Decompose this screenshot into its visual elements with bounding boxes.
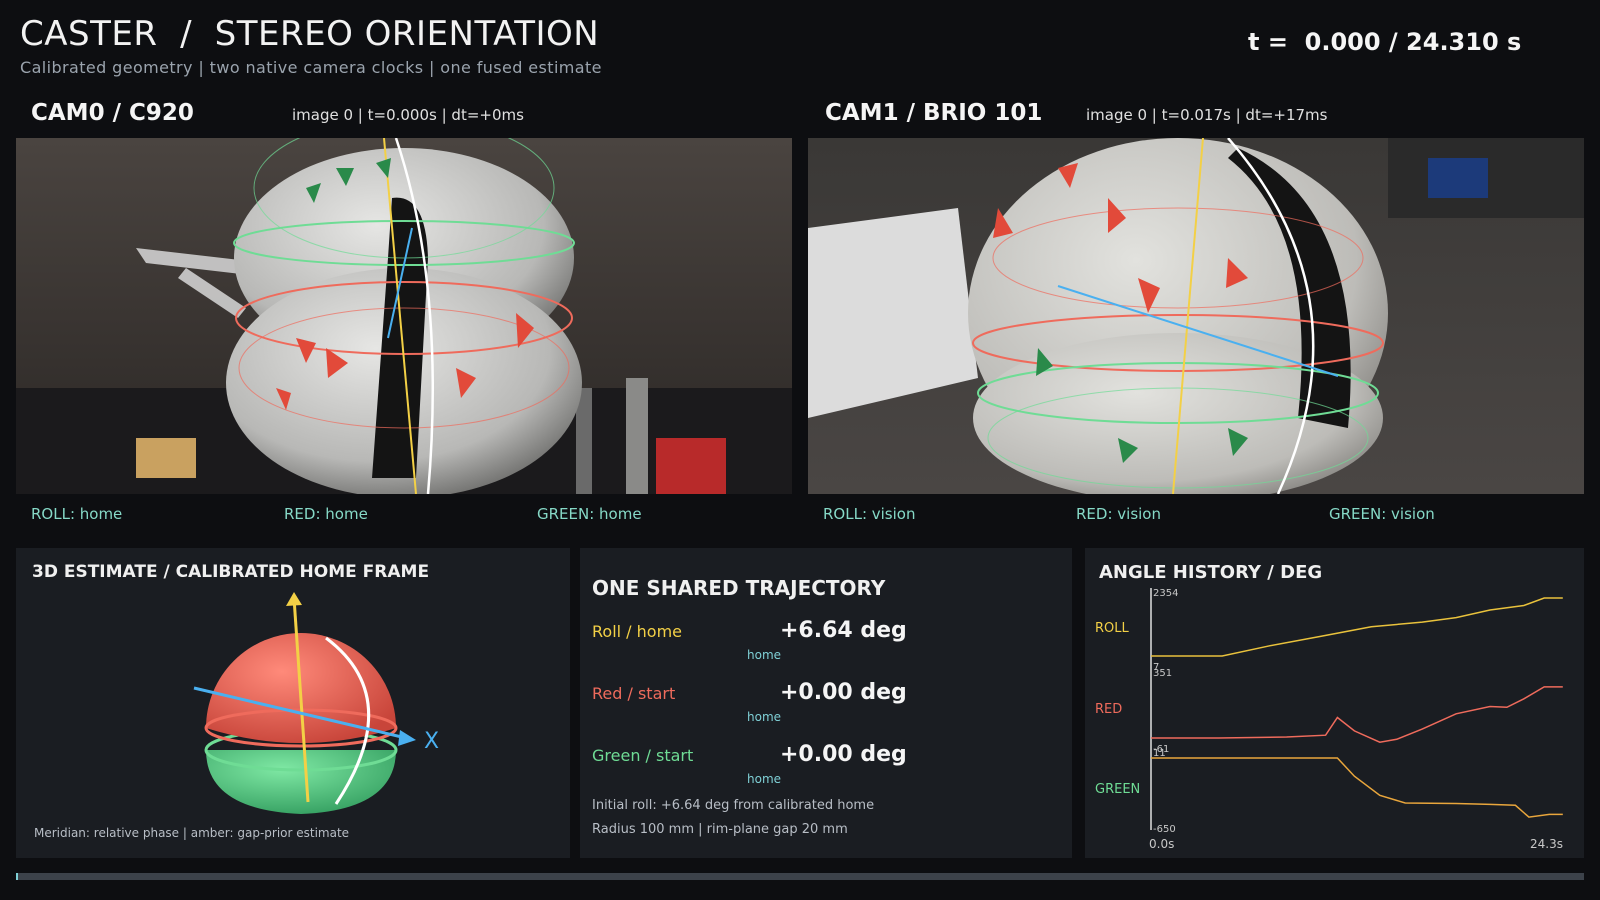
playback-progress-fill xyxy=(16,873,18,880)
trajectory-note-initial-roll: Initial roll: +6.64 deg from calibrated … xyxy=(592,798,875,813)
page-subtitle: Calibrated geometry | two native camera … xyxy=(20,58,602,77)
estimate-footnote: Meridian: relative phase | amber: gap-pr… xyxy=(34,826,350,840)
time-readout: t = 0.000 / 24.310 s xyxy=(1248,28,1522,56)
trajectory-panel: ONE SHARED TRAJECTORY Roll / home +6.64 … xyxy=(580,548,1072,858)
series-max-label-red: 351 xyxy=(1153,668,1172,679)
trajectory-note-geometry: Radius 100 mm | rim-plane gap 20 mm xyxy=(592,822,848,837)
estimate-panel: 3D ESTIMATE / CALIBRATED HOME FRAME Z X … xyxy=(16,548,570,858)
series-label-roll: ROLL xyxy=(1095,621,1130,636)
trajectory-panel-title: ONE SHARED TRAJECTORY xyxy=(592,576,886,600)
x-axis-label: X xyxy=(424,729,439,754)
x-end-label: 24.3s xyxy=(1530,837,1563,851)
green-sub: home xyxy=(747,772,782,786)
sphere-3d-view: Z X xyxy=(193,588,439,814)
series-max-label-roll: 2354 xyxy=(1153,588,1178,599)
estimate-panel-title: 3D ESTIMATE / CALIBRATED HOME FRAME xyxy=(32,562,430,582)
red-sub: home xyxy=(747,710,782,724)
playback-progress-bar[interactable] xyxy=(16,873,1584,880)
cam0-label: CAM0 / C920 xyxy=(31,100,194,126)
cam1-meta: image 0 | t=0.017s | dt=+17ms xyxy=(1086,106,1328,124)
cam0-view[interactable] xyxy=(16,138,792,494)
cam0-red-status: RED: home xyxy=(284,505,368,523)
red-value: +0.00 deg xyxy=(780,680,907,705)
angle-history-panel: ANGLE HISTORY / DEG ROLL 2354 7 RED 351 -61 GR… xyxy=(1085,548,1584,858)
series-min-label-green: -650 xyxy=(1153,824,1176,835)
cam0-roll-status: ROLL: home xyxy=(31,505,123,523)
red-label: Red / start xyxy=(592,684,676,703)
series-line-red xyxy=(1151,686,1563,743)
cam0-green-status: GREEN: home xyxy=(537,505,642,523)
series-line-green xyxy=(1151,757,1563,818)
green-value: +0.00 deg xyxy=(780,742,907,767)
green-label: Green / start xyxy=(592,746,694,765)
roll-value: +6.64 deg xyxy=(780,618,907,643)
cam1-frame xyxy=(808,138,1584,494)
page-title: CASTER / STEREO ORIENTATION xyxy=(20,14,600,54)
series-line-roll xyxy=(1151,597,1563,657)
series-label-green: GREEN xyxy=(1095,782,1140,797)
cam0-meta: image 0 | t=0.000s | dt=+0ms xyxy=(292,106,524,124)
cam1-red-status: RED: vision xyxy=(1076,505,1161,523)
cam1-green-status: GREEN: vision xyxy=(1329,505,1435,523)
roll-sub: home xyxy=(747,648,782,662)
series-label-red: RED xyxy=(1095,702,1122,717)
x-start-label: 0.0s xyxy=(1149,837,1174,851)
cam1-label: CAM1 / BRIO 101 xyxy=(825,100,1043,126)
cam1-view[interactable] xyxy=(808,138,1584,494)
roll-label: Roll / home xyxy=(592,622,682,641)
angle-history-chart: ROLL23547RED351-61GREEN11-6500.0s 24.3s xyxy=(1095,588,1563,851)
cam0-frame xyxy=(16,138,792,494)
cam1-roll-status: ROLL: vision xyxy=(823,505,916,523)
z-axis-label: Z xyxy=(298,588,309,592)
